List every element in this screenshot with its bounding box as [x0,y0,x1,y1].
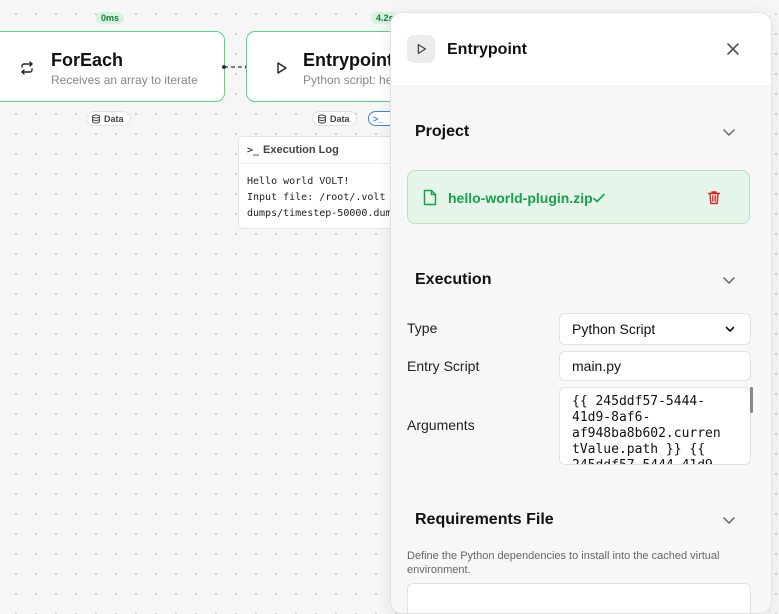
terminal-icon: >_ [247,144,260,156]
play-icon [273,60,289,76]
arguments-value: {{ 245ddf57-5444- 41d9-8af6- af948ba8b60… [572,394,721,464]
terminal-icon: >_ [373,113,384,124]
chevron-down-icon [725,326,735,332]
panel-header: Entrypoint [391,13,771,87]
foreach-node-subtitle: Receives an array to iterate [51,73,198,87]
type-label: Type [407,320,438,336]
check-icon [593,193,605,203]
database-icon [318,114,326,124]
node-settings-panel: Entrypoint Project hello-world-plugin.zi… [390,12,772,614]
type-select-value: Python Script [572,321,656,337]
foreach-timing-badge: 0ms [96,12,125,24]
requirements-input[interactable] [407,583,751,613]
foreach-data-label: Data [104,113,124,124]
project-section-title[interactable]: Project [415,123,469,141]
file-name: hello-world-plugin.zip [448,190,593,206]
foreach-data-button[interactable]: Data [86,111,131,126]
entrypoint-data-button[interactable]: Data [312,111,357,126]
arguments-textarea[interactable]: {{ 245ddf57-5444- 41d9-8af6- af948ba8b60… [559,387,751,465]
entrypoint-node[interactable]: Entrypoint Python script: hello [246,31,406,102]
panel-body[interactable]: Project hello-world-plugin.zip Execution… [391,87,771,613]
execution-log-output: Hello world VOLT! Input file: /root/.vol… [247,176,398,219]
entrypoint-data-label: Data [330,113,350,124]
uploaded-file: hello-world-plugin.zip [407,170,750,224]
entry-script-label: Entry Script [407,358,480,374]
database-icon [92,114,100,124]
close-icon[interactable] [725,41,741,57]
execution-section-title[interactable]: Execution [415,271,491,289]
execution-log: >_ Execution Log Hello world VOLT! Input… [238,136,398,229]
chevron-down-icon[interactable] [721,124,737,140]
requirements-help-text: Define the Python dependencies to instal… [407,550,720,576]
requirements-section-title[interactable]: Requirements File [415,511,554,529]
arguments-scrollbar[interactable] [750,387,753,413]
entrypoint-node-title: Entrypoint [303,50,393,70]
trash-icon[interactable] [707,190,721,205]
repeat-icon [19,60,35,76]
play-icon [407,35,435,63]
chevron-down-icon[interactable] [721,512,737,528]
chevron-down-icon[interactable] [721,272,737,288]
entry-script-input[interactable]: main.py [559,351,751,381]
panel-title: Entrypoint [447,41,527,58]
entry-script-value: main.py [572,358,622,374]
foreach-node-title: ForEach [51,50,124,70]
arguments-label: Arguments [407,417,475,433]
type-select[interactable]: Python Script [559,313,751,345]
file-icon [423,189,437,206]
foreach-node[interactable]: ForEach Receives an array to iterate [0,31,225,102]
execution-log-title: Execution Log [263,144,339,156]
